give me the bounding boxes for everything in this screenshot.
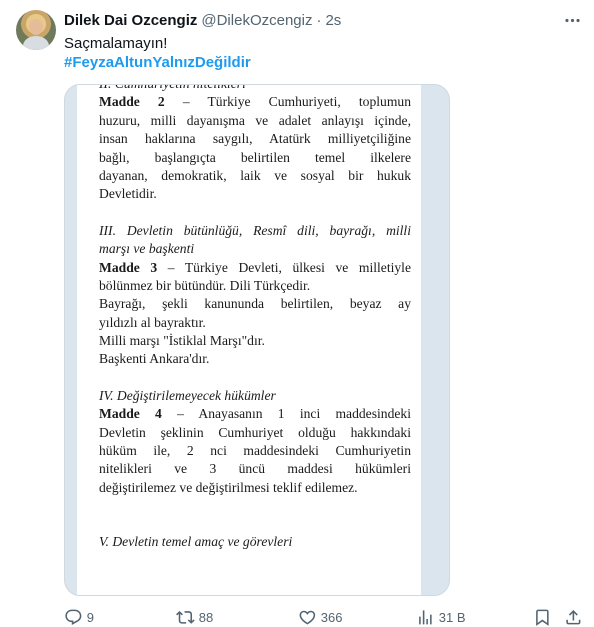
line-text: Devletin şeklinin Cumhuriyet olduğu hakk… xyxy=(99,424,411,440)
tweet-media-image[interactable]: II. Cumhuriyetin nitelikleri Madde 2 – Tü… xyxy=(64,84,450,596)
document-line: Madde 2 – Türkiye Cumhuriyeti, toplumun xyxy=(99,93,411,111)
document-text: II. Cumhuriyetin nitelikleri Madde 2 – Tü… xyxy=(99,85,411,552)
avatar-face xyxy=(29,19,43,35)
reply-button[interactable]: 9 xyxy=(64,607,94,627)
more-button[interactable] xyxy=(562,10,582,30)
line-text: II. Cumhuriyetin nitelikleri xyxy=(99,85,246,91)
line-text: V. Devletin temel amaç ve görevleri xyxy=(99,534,293,550)
article-number: Madde 4 xyxy=(99,406,162,422)
separator-dot: · xyxy=(316,11,322,29)
document-line: yıldızlı al bayraktır. xyxy=(99,314,411,332)
line-text: III. Devletin bütünlüğü, Resmî dili, bay… xyxy=(99,222,411,238)
document-line: Milli marşı "İstiklal Marşı"dır. xyxy=(99,332,411,350)
document-line: Devletin şeklinin Cumhuriyet olduğu hakk… xyxy=(99,424,411,442)
views-icon xyxy=(419,609,432,625)
line-text: – Türkiye Cumhuriyeti, toplumun xyxy=(164,94,411,110)
line-text: bağlı, başlangıçta belirtilen temel ilke… xyxy=(99,149,411,165)
tweet[interactable]: Dilek Dai Ozcengiz @DilekOzcengiz · 2s S… xyxy=(0,0,594,627)
share-button[interactable] xyxy=(564,607,583,627)
share-icon xyxy=(566,609,581,625)
like-button[interactable]: 366 xyxy=(298,607,342,627)
document-line: dayanan, demokratik, laik ve sosyal bir … xyxy=(99,167,411,185)
line-text: Devletidir. xyxy=(99,186,157,202)
document-line: bağlı, başlangıçta belirtilen temel ilke… xyxy=(99,149,411,167)
line-text: insan haklarına saygılı, Atatürk milliye… xyxy=(99,131,411,147)
line-text: hüküm ile, 2 nci maddesindeki Cumhuriyet… xyxy=(99,443,411,459)
line-text: değiştirilemez ve değiştirilmesi teklif … xyxy=(99,479,358,495)
heart-icon xyxy=(299,610,316,625)
document-line: Bayrağı, şekli kanununda belirtilen, bey… xyxy=(99,295,411,313)
reply-icon xyxy=(65,609,82,625)
line-text: huzuru, milli dayanışma ve adalet anlayı… xyxy=(99,112,411,128)
document-line: marşı ve başkenti xyxy=(99,240,411,258)
line-text: IV. Değiştirilemeyecek hükümler xyxy=(99,387,276,403)
reply-count: 9 xyxy=(86,609,94,625)
document-line: V. Devletin temel amaç ve görevleri xyxy=(99,533,411,551)
document-line: huzuru, milli dayanışma ve adalet anlayı… xyxy=(99,112,411,130)
document-line: nitelikleri ve 3 üncü maddesi hükümleri xyxy=(99,460,411,478)
bookmark-button[interactable] xyxy=(533,607,552,627)
repost-icon xyxy=(176,610,195,624)
document-line: Madde 3 – Türkiye Devleti, ülkesi ve mil… xyxy=(99,259,411,277)
document-line: değiştirilemez ve değiştirilmesi teklif … xyxy=(99,479,411,497)
document-line: hüküm ile, 2 nci maddesindeki Cumhuriyet… xyxy=(99,442,411,460)
timestamp[interactable]: 2s xyxy=(325,12,341,29)
line-text: bölünmez bir bütündür. Dili Türkçedir. xyxy=(99,277,311,293)
author-handle[interactable]: @DilekOzcengiz xyxy=(201,12,312,29)
bookmark-icon xyxy=(536,609,549,626)
line-text: dayanan, demokratik, laik ve sosyal bir … xyxy=(99,167,411,183)
document-line: insan haklarına saygılı, Atatürk milliye… xyxy=(99,130,411,148)
avatar[interactable] xyxy=(16,10,56,50)
line-text: – Anayasanın 1 inci maddesindeki xyxy=(161,406,411,422)
more-icon xyxy=(564,18,580,22)
tweet-text: Saçmalamayın! xyxy=(64,35,168,52)
document-line: Başkenti Ankara'dır. xyxy=(99,350,411,368)
avatar-body xyxy=(23,36,49,50)
article-number: Madde 2 xyxy=(99,94,165,110)
author-name[interactable]: Dilek Dai Ozcengiz xyxy=(64,12,197,29)
tweet-header: Dilek Dai Ozcengiz @DilekOzcengiz · 2s xyxy=(64,10,341,30)
article-number: Madde 3 xyxy=(99,259,158,275)
views-count: 31 B xyxy=(438,609,466,625)
line-text: yıldızlı al bayraktır. xyxy=(99,314,206,330)
action-bar: 9 88 366 31 B xyxy=(64,607,584,627)
views-button[interactable]: 31 B xyxy=(416,607,466,627)
line-text: Milli marşı "İstiklal Marşı"dır. xyxy=(99,333,265,349)
like-count: 366 xyxy=(320,609,343,625)
document-line: Madde 4 – Anayasanın 1 inci maddesindeki xyxy=(99,405,411,423)
document-line: Devletidir. xyxy=(99,185,411,203)
line-text: marşı ve başkenti xyxy=(99,241,195,257)
document-line: III. Devletin bütünlüğü, Resmî dili, bay… xyxy=(99,222,411,240)
line-text: Başkenti Ankara'dır. xyxy=(99,351,210,367)
line-text: – Türkiye Devleti, ülkesi ve milletiyle xyxy=(157,259,411,275)
hashtag-link[interactable]: #FeyzaAltunYalnızDeğildir xyxy=(64,53,251,73)
repost-count: 88 xyxy=(198,609,214,625)
line-text: nitelikleri ve 3 üncü maddesi hükümleri xyxy=(99,461,411,477)
document-page: II. Cumhuriyetin nitelikleri Madde 2 – Tü… xyxy=(77,85,421,595)
document-line: II. Cumhuriyetin nitelikleri xyxy=(99,85,411,93)
document-line: IV. Değiştirilemeyecek hükümler xyxy=(99,387,411,405)
line-text: Bayrağı, şekli kanununda belirtilen, bey… xyxy=(99,296,411,312)
repost-button[interactable]: 88 xyxy=(176,607,213,627)
document-line: bölünmez bir bütündür. Dili Türkçedir. xyxy=(99,277,411,295)
